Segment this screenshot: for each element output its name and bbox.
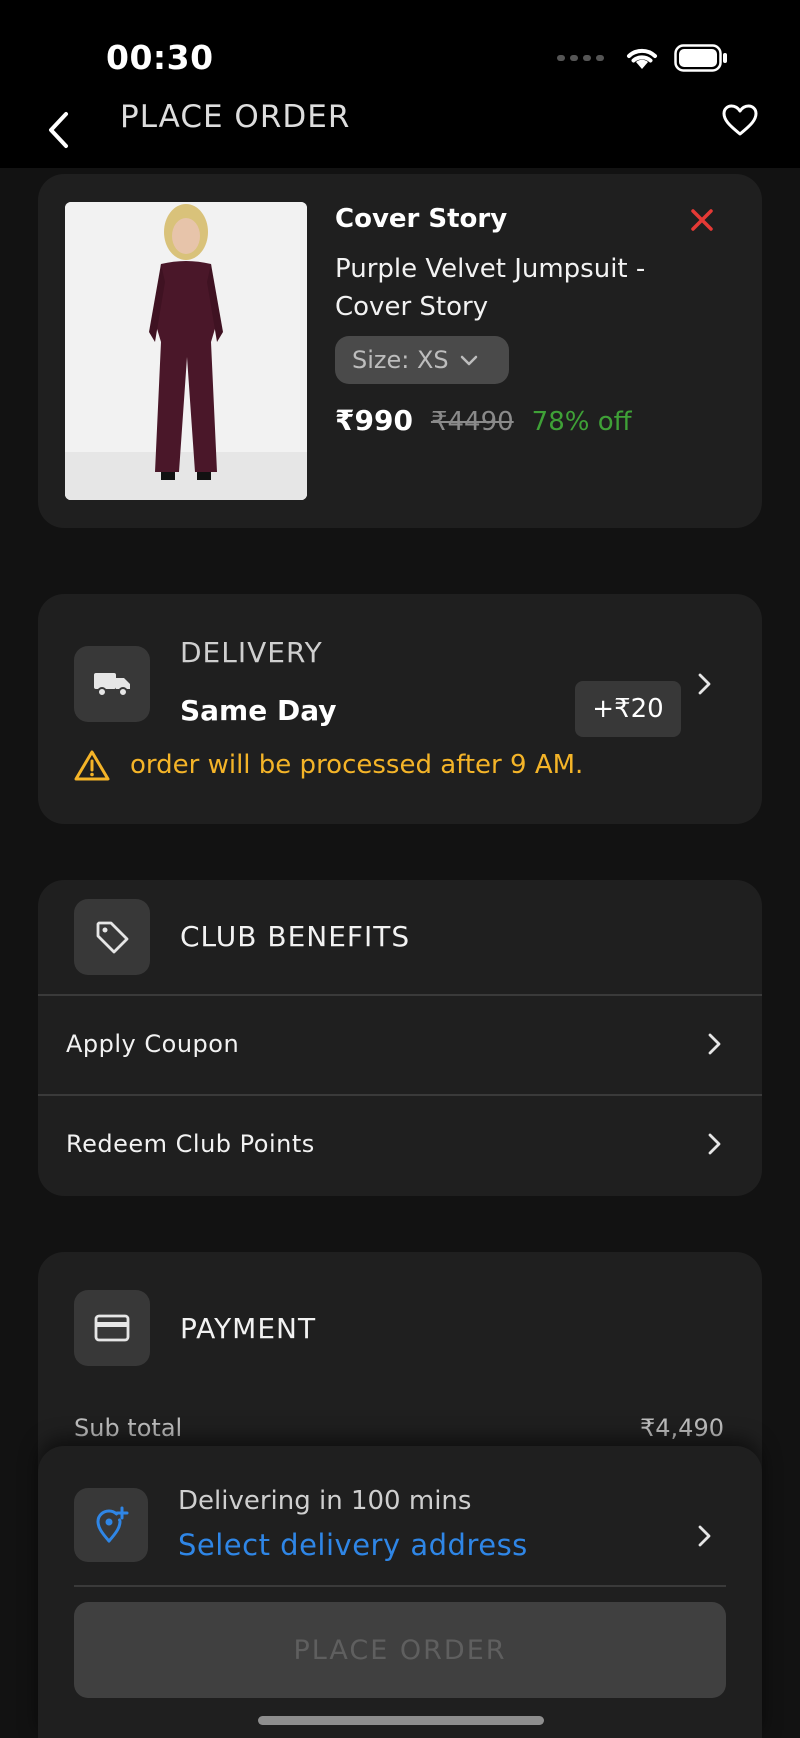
apply-coupon-row[interactable]: Apply Coupon <box>38 996 762 1094</box>
chevron-right-icon <box>698 1525 711 1547</box>
checkout-bottom-sheet: Delivering in 100 mins Select delivery a… <box>38 1446 762 1738</box>
payment-icon-box <box>74 1290 150 1366</box>
price-row: ₹990 ₹4490 78% off <box>335 404 632 437</box>
price-current: ₹990 <box>335 404 413 437</box>
club-benefits-card: CLUB BENEFITS Apply Coupon Redeem Club P… <box>38 880 762 1196</box>
favorite-button[interactable] <box>718 100 762 140</box>
product-name: Purple Velvet Jumpsuit - Cover Story <box>335 254 646 322</box>
warning-icon <box>74 750 110 781</box>
delivery-type: Same Day <box>180 694 337 727</box>
size-selector[interactable]: Size: XS <box>335 336 509 384</box>
delivery-warning: order will be processed after 9 AM. <box>74 749 583 781</box>
delivery-address-row[interactable]: Delivering in 100 mins Select delivery a… <box>38 1446 762 1586</box>
payment-section-title: PAYMENT <box>180 1312 317 1345</box>
battery-icon <box>674 44 727 72</box>
wifi-icon <box>627 48 657 69</box>
remove-item-button[interactable] <box>686 204 718 236</box>
product-brand: Cover Story <box>335 204 508 234</box>
price-discount: 78% off <box>531 407 632 437</box>
location-icon-box <box>74 1488 148 1562</box>
delivery-card[interactable]: DELIVERY Same Day +₹20 order will be pro… <box>38 594 762 824</box>
divider <box>74 1585 726 1587</box>
size-label: Size: XS <box>352 346 449 374</box>
subtotal-label: Sub total <box>74 1414 183 1442</box>
delivery-fee-badge: +₹20 <box>575 681 681 737</box>
delivery-section-title: DELIVERY <box>180 636 323 669</box>
back-arrow-icon <box>49 112 68 148</box>
place-order-button[interactable]: PLACE ORDER <box>74 1602 726 1698</box>
price-original: ₹4490 <box>430 407 514 437</box>
chevron-down-icon <box>460 355 477 366</box>
club-icon-box <box>74 899 150 975</box>
truck-icon <box>94 673 130 697</box>
chevron-right-icon <box>708 1033 721 1055</box>
redeem-points-row[interactable]: Redeem Club Points <box>38 1096 762 1194</box>
heart-icon <box>722 104 758 136</box>
home-indicator <box>258 1716 544 1725</box>
app-header: PLACE ORDER <box>0 100 800 168</box>
product-image[interactable] <box>65 202 307 500</box>
delivery-warning-text: order will be processed after 9 AM. <box>130 750 584 780</box>
page-title: PLACE ORDER <box>120 99 351 135</box>
back-button[interactable] <box>38 110 78 150</box>
delivery-eta: Delivering in 100 mins <box>178 1486 472 1516</box>
subtotal-value: ₹4,490 <box>640 1414 724 1442</box>
chevron-right-icon <box>708 1133 721 1155</box>
add-location-icon <box>96 1506 129 1543</box>
redeem-points-label: Redeem Club Points <box>66 1130 315 1158</box>
club-section-title: CLUB BENEFITS <box>180 920 411 953</box>
status-icons <box>557 44 728 72</box>
apply-coupon-label: Apply Coupon <box>66 1030 240 1058</box>
status-time: 00:30 <box>106 38 214 77</box>
product-card: Cover Story Purple Velvet Jumpsuit - Cov… <box>38 174 762 528</box>
credit-card-icon <box>94 1314 130 1342</box>
select-address-link[interactable]: Select delivery address <box>178 1528 528 1562</box>
tag-icon <box>96 921 129 954</box>
delivery-icon-box <box>74 646 150 722</box>
close-icon <box>691 209 713 231</box>
status-bar: 00:30 <box>0 0 800 100</box>
cellular-signal-icon <box>557 55 604 61</box>
chevron-right-icon <box>698 673 711 695</box>
